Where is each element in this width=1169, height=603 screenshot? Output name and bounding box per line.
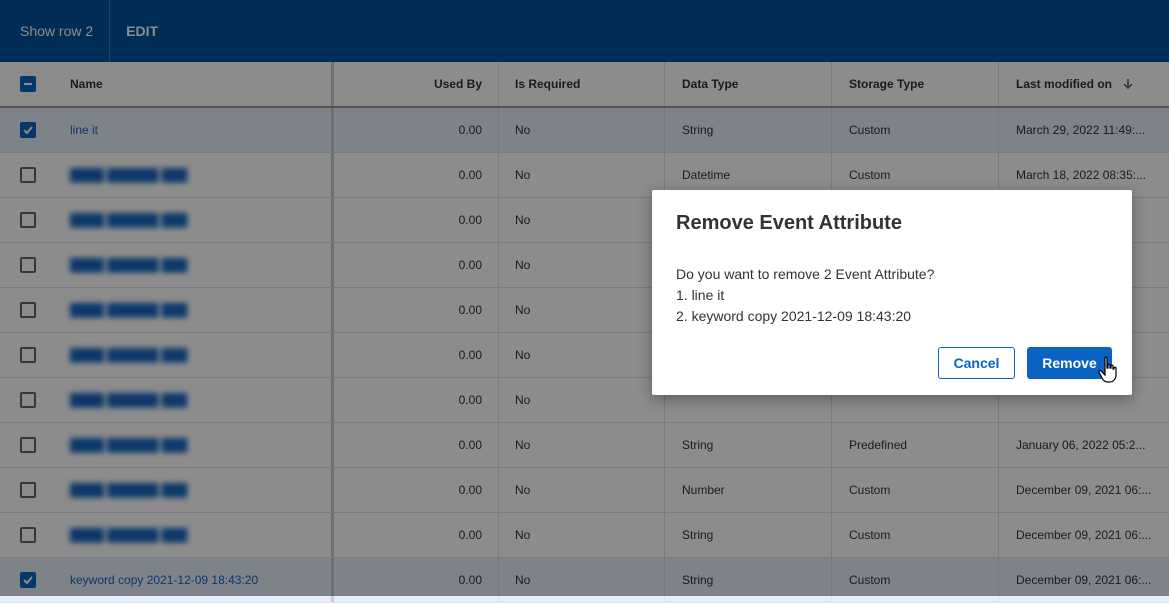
dialog-item-1: 1. line it [676, 287, 725, 303]
dialog-question: Do you want to remove 2 Event Attribute? [676, 266, 935, 282]
dialog-item-2: 2. keyword copy 2021-12-09 18:43:20 [676, 308, 912, 324]
remove-dialog: Remove Event Attribute Do you want to re… [652, 190, 1132, 395]
page: Show row 2 EDIT Name Used By Is Required… [0, 0, 1169, 603]
hand-pointer-icon [1098, 356, 1120, 387]
cancel-button[interactable]: Cancel [938, 347, 1015, 379]
dialog-message: Do you want to remove 2 Event Attribute?… [676, 264, 934, 327]
dialog-title: Remove Event Attribute [676, 212, 902, 234]
